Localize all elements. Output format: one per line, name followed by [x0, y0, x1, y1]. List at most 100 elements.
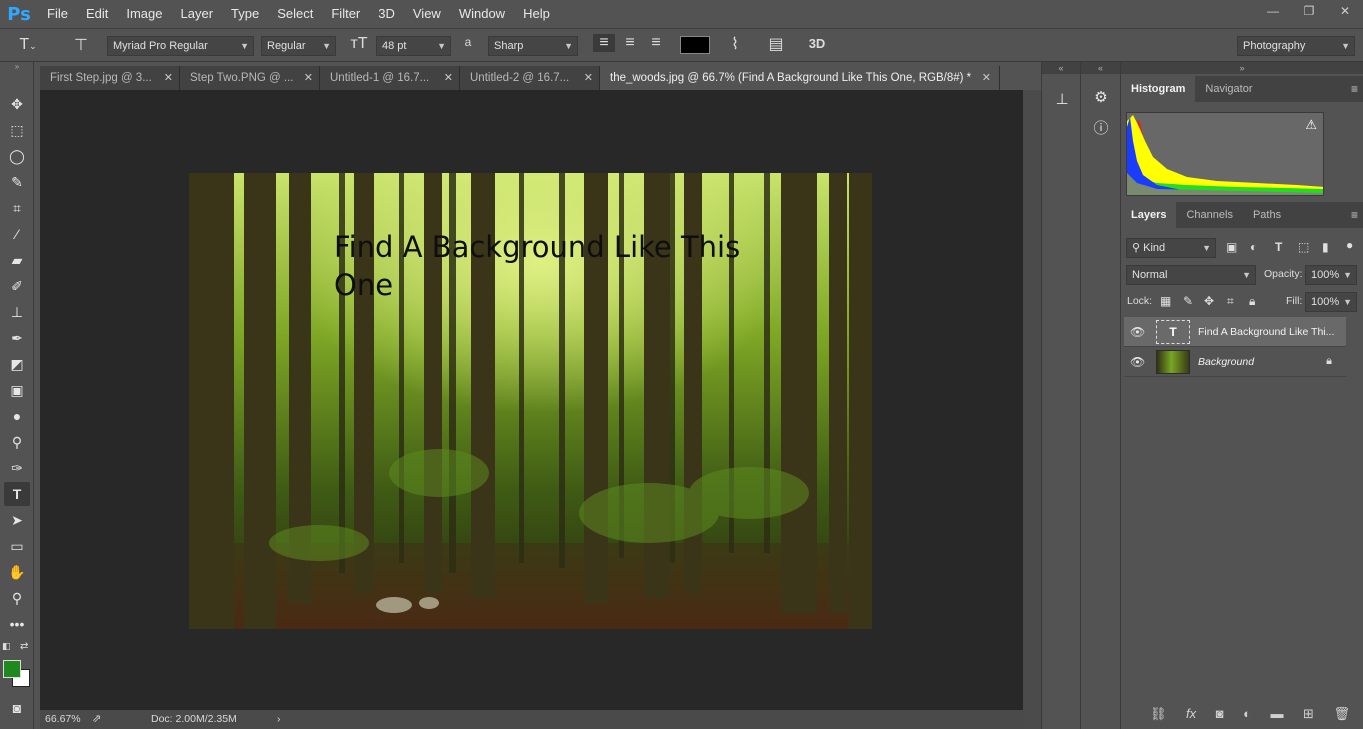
- font-size-select[interactable]: 48 pt ▼: [376, 36, 451, 56]
- menu-help[interactable]: Help: [514, 0, 559, 28]
- menu-file[interactable]: File: [38, 0, 77, 28]
- lock-image-icon[interactable]: ✎: [1183, 294, 1193, 308]
- tab-channels[interactable]: Channels: [1176, 202, 1242, 228]
- type-tool-icon[interactable]: T: [4, 482, 30, 506]
- foreground-color-swatch[interactable]: [3, 660, 21, 678]
- menu-image[interactable]: Image: [117, 0, 171, 28]
- close-icon[interactable]: ✕: [444, 66, 453, 90]
- menu-layer[interactable]: Layer: [172, 0, 223, 28]
- filter-type-icon[interactable]: T: [1275, 240, 1282, 254]
- menu-3d[interactable]: 3D: [369, 0, 404, 28]
- opacity-input[interactable]: 100% ▼: [1305, 265, 1357, 285]
- fill-input[interactable]: 100% ▼: [1305, 292, 1357, 312]
- tab-step-two[interactable]: Step Two.PNG @ ... ✕: [180, 66, 320, 90]
- close-button[interactable]: ✕: [1327, 0, 1363, 22]
- font-style-select[interactable]: Regular ▼: [261, 36, 336, 56]
- character-panel-icon[interactable]: ▤: [764, 34, 788, 54]
- status-menu-arrow-icon[interactable]: ›: [277, 710, 281, 729]
- more-tools-icon[interactable]: •••: [4, 612, 30, 636]
- zoom-tool-icon[interactable]: ⚲: [4, 586, 30, 610]
- tab-navigator[interactable]: Navigator: [1195, 76, 1262, 102]
- export-icon[interactable]: ⇗: [92, 710, 101, 729]
- new-group-folder-icon[interactable]: ▬: [1270, 706, 1283, 726]
- tab-untitled-2[interactable]: Untitled-2 @ 16.7... ✕: [460, 66, 600, 90]
- tab-histogram[interactable]: Histogram: [1121, 76, 1196, 102]
- tab-first-step[interactable]: First Step.jpg @ 3... ✕: [40, 66, 180, 90]
- tab-layers[interactable]: Layers: [1121, 202, 1177, 228]
- link-layers-icon[interactable]: ⛓: [1150, 706, 1167, 726]
- menu-view[interactable]: View: [404, 0, 450, 28]
- collapse-chevrons-icon[interactable]: «: [1042, 62, 1080, 74]
- vertical-scrollbar[interactable]: [1023, 90, 1041, 729]
- align-center-icon[interactable]: ≡: [619, 34, 641, 52]
- align-left-icon[interactable]: ≡: [593, 34, 615, 52]
- lasso-tool-icon[interactable]: ◯: [4, 144, 30, 168]
- close-icon[interactable]: ✕: [164, 66, 173, 90]
- filter-smart-object-icon[interactable]: ▮: [1322, 240, 1329, 254]
- warp-text-icon[interactable]: ⌇: [724, 34, 746, 54]
- gradient-tool-icon[interactable]: ▣: [4, 378, 30, 402]
- delete-layer-trash-icon[interactable]: 🗑︎: [1333, 706, 1350, 726]
- layer-name[interactable]: Background: [1198, 347, 1336, 377]
- 3d-button[interactable]: 3D: [804, 36, 830, 51]
- close-icon[interactable]: ✕: [584, 66, 593, 90]
- hand-tool-icon[interactable]: ✋: [4, 560, 30, 584]
- eyedropper-tool-icon[interactable]: ⁄: [4, 222, 30, 246]
- minimize-button[interactable]: —: [1255, 0, 1291, 22]
- menu-select[interactable]: Select: [268, 0, 322, 28]
- menu-edit[interactable]: Edit: [77, 0, 117, 28]
- lock-position-icon[interactable]: ✥: [1204, 294, 1214, 308]
- collapse-chevrons-icon[interactable]: «: [1081, 62, 1120, 74]
- layer-mask-icon[interactable]: ◙: [1216, 706, 1224, 726]
- eraser-tool-icon[interactable]: ◩: [4, 352, 30, 376]
- antialias-select[interactable]: Sharp ▼: [488, 36, 578, 56]
- pen-tool-icon[interactable]: ✑: [4, 456, 30, 480]
- rectangle-tool-icon[interactable]: ▭: [4, 534, 30, 558]
- visibility-eye-icon[interactable]: 👁︎: [1130, 355, 1145, 369]
- layer-filter-select[interactable]: ⚲ Kind ▼: [1126, 238, 1216, 258]
- lock-artboard-icon[interactable]: ⌗: [1227, 294, 1234, 309]
- filter-shape-icon[interactable]: ⬚: [1298, 240, 1309, 254]
- brush-tool-icon[interactable]: ✐: [4, 274, 30, 298]
- text-color-swatch[interactable]: [680, 36, 710, 54]
- libraries-icon[interactable]: ⚙: [1088, 84, 1114, 110]
- healing-brush-tool-icon[interactable]: ▰: [4, 248, 30, 272]
- menu-window[interactable]: Window: [450, 0, 514, 28]
- quick-selection-tool-icon[interactable]: ✎: [4, 170, 30, 194]
- filter-toggle-icon[interactable]: ●: [1346, 238, 1353, 252]
- menu-type[interactable]: Type: [222, 0, 268, 28]
- path-selection-tool-icon[interactable]: ➤: [4, 508, 30, 532]
- lock-all-icon[interactable]: 🔒︎: [1249, 294, 1255, 309]
- history-brush-tool-icon[interactable]: ✒: [4, 326, 30, 350]
- quick-mask-icon[interactable]: ◙: [4, 696, 30, 720]
- visibility-eye-icon[interactable]: 👁︎: [1130, 325, 1145, 339]
- font-family-select[interactable]: Myriad Pro Regular ▼: [107, 36, 254, 56]
- close-icon[interactable]: ✕: [982, 66, 991, 90]
- menu-filter[interactable]: Filter: [322, 0, 369, 28]
- canvas-text-layer[interactable]: Find A Background Like This One: [334, 228, 754, 304]
- restore-button[interactable]: ❐: [1291, 0, 1327, 22]
- clone-stamp-tool-icon[interactable]: ⊥: [4, 300, 30, 324]
- blend-mode-select[interactable]: Normal ▼: [1126, 265, 1256, 285]
- filter-adjustment-icon[interactable]: ◐: [1250, 240, 1257, 254]
- move-tool-icon[interactable]: ✥: [4, 92, 30, 116]
- text-orientation-icon[interactable]: ⊤: [70, 35, 92, 55]
- tab-paths[interactable]: Paths: [1243, 202, 1291, 228]
- marquee-tool-icon[interactable]: ⬚: [4, 118, 30, 142]
- collapse-chevrons-icon[interactable]: »: [1121, 62, 1363, 74]
- default-colors-icon[interactable]: ◧: [2, 641, 11, 652]
- blur-tool-icon[interactable]: ●: [4, 404, 30, 428]
- layer-name[interactable]: Find A Background Like Thi...: [1198, 317, 1336, 347]
- collapse-chevrons-icon[interactable]: »: [0, 62, 34, 72]
- layer-style-fx-icon[interactable]: fx: [1186, 706, 1196, 726]
- new-layer-icon[interactable]: ⊞: [1303, 706, 1314, 726]
- panel-menu-icon[interactable]: ≡: [1351, 208, 1358, 222]
- align-right-icon[interactable]: ≡: [645, 34, 667, 52]
- adjustment-layer-icon[interactable]: ◐: [1243, 706, 1251, 726]
- close-icon[interactable]: ✕: [304, 66, 313, 90]
- warning-icon[interactable]: ⚠: [1305, 117, 1317, 133]
- swap-colors-icon[interactable]: ⇄: [20, 641, 28, 652]
- filter-pixel-icon[interactable]: ▣: [1226, 240, 1237, 254]
- panel-menu-icon[interactable]: ≡: [1351, 82, 1358, 96]
- dodge-tool-icon[interactable]: ⚲: [4, 430, 30, 454]
